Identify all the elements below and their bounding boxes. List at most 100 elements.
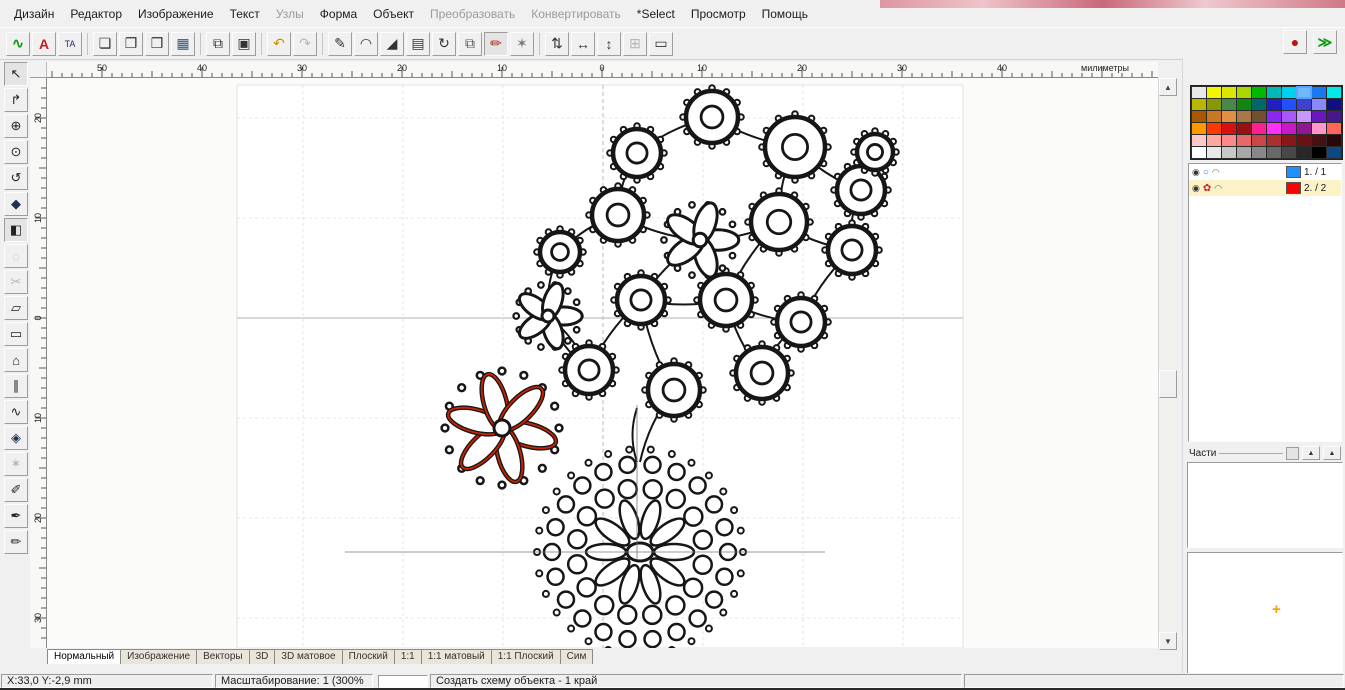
redo-icon[interactable]: ↷ [293,32,317,56]
palette-swatch-1[interactable] [1207,87,1221,98]
layer-row-1[interactable]: ◉○◠1. / 1 [1189,164,1341,180]
view-tab-8[interactable]: 1:1 Плоский [491,649,561,664]
record-button[interactable]: ● [1283,30,1307,54]
palette-swatch-15[interactable] [1267,99,1281,110]
menu-item-6[interactable]: Объект [365,4,422,24]
zoom-input[interactable] [378,675,428,688]
menu-item-8[interactable]: Конвертировать [523,4,629,24]
paste-icon[interactable]: ▣ [232,32,256,56]
palette-swatch-16[interactable] [1282,99,1296,110]
pan-tool-icon[interactable]: ↺ [4,166,28,190]
palette-swatch-5[interactable] [1267,87,1281,98]
menu-item-11[interactable]: Помощь [754,4,816,24]
palette-swatch-10[interactable] [1192,99,1206,110]
duplicate-tool-icon[interactable]: ⧉ [458,32,482,56]
layer-color-chip[interactable] [1286,166,1301,178]
palette-swatch-33[interactable] [1237,123,1251,134]
curve-tool-icon[interactable]: ∿ [4,400,28,424]
view-tab-9[interactable]: Сим [560,649,594,664]
gear-tool-icon[interactable]: ✶ [4,452,28,476]
cut-tool-icon[interactable]: ✂ [4,270,28,294]
measure-tool-icon[interactable]: ✏ [4,530,28,554]
menu-item-1[interactable]: Редактор [62,4,130,24]
copy-icon[interactable]: ⧉ [206,32,230,56]
palette-swatch-45[interactable] [1267,135,1281,146]
palette-swatch-26[interactable] [1282,111,1296,122]
satin-tool-icon[interactable]: ◧ [4,218,28,242]
palette-swatch-38[interactable] [1312,123,1326,134]
palette-swatch-44[interactable] [1252,135,1266,146]
fast-forward-button[interactable]: ≫ [1313,30,1337,54]
scroll-down-icon[interactable]: ▼ [1159,632,1177,650]
view-tab-4[interactable]: 3D матовое [274,649,342,664]
palette-swatch-53[interactable] [1237,147,1251,158]
fill-shape-tool-icon[interactable]: ◆ [4,192,28,216]
palette-swatch-25[interactable] [1267,111,1281,122]
menu-item-4[interactable]: Узлы [268,4,312,24]
palette-swatch-2[interactable] [1222,87,1236,98]
palette-swatch-21[interactable] [1207,111,1221,122]
visibility-icon[interactable]: ◉ [1192,167,1200,178]
view-tab-7[interactable]: 1:1 матовый [421,649,492,664]
distribute-icon[interactable]: ⊞ [623,32,647,56]
slant-tool-icon[interactable]: ◢ [380,32,404,56]
parts-top-button[interactable]: ▲ [1323,446,1341,460]
palette-swatch-47[interactable] [1297,135,1311,146]
menu-item-5[interactable]: Форма [312,4,365,24]
palette-swatch-12[interactable] [1222,99,1236,110]
palette-swatch-31[interactable] [1207,123,1221,134]
palette-swatch-11[interactable] [1207,99,1221,110]
parts-box-button[interactable] [1286,447,1299,460]
palette-swatch-6[interactable] [1282,87,1296,98]
palette-swatch-8[interactable] [1312,87,1326,98]
palette-swatch-42[interactable] [1222,135,1236,146]
view-tab-0[interactable]: Нормальный [47,649,121,664]
palette-swatch-48[interactable] [1312,135,1326,146]
applique-tool-icon[interactable]: ◈ [4,426,28,450]
design-wave-icon[interactable]: ∿ [6,32,30,56]
palette-swatch-36[interactable] [1282,123,1296,134]
palette-swatch-24[interactable] [1252,111,1266,122]
design-canvas[interactable] [47,78,1158,648]
palette-swatch-27[interactable] [1297,111,1311,122]
palette-swatch-43[interactable] [1237,135,1251,146]
view-tab-3[interactable]: 3D [249,649,276,664]
new-file-icon[interactable]: ❏ [93,32,117,56]
align-vertical-icon[interactable]: ↕ [597,32,621,56]
view-tab-6[interactable]: 1:1 [394,649,422,664]
palette-swatch-34[interactable] [1252,123,1266,134]
palette-swatch-41[interactable] [1207,135,1221,146]
palette-swatch-14[interactable] [1252,99,1266,110]
menu-item-7[interactable]: Преобразовать [422,4,523,24]
pin-tool-icon[interactable]: ✒ [4,504,28,528]
palette-swatch-9[interactable] [1327,87,1341,98]
layer-row-2[interactable]: ◉✿◠2. / 2 [1189,180,1341,196]
palette-swatch-0[interactable] [1192,87,1206,98]
palette-swatch-3[interactable] [1237,87,1251,98]
zoom-area-tool-icon[interactable]: ⊙ [4,140,28,164]
layer-list[interactable]: ◉○◠1. / 1◉✿◠2. / 2 [1188,163,1342,442]
palette-swatch-40[interactable] [1192,135,1206,146]
palette-swatch-22[interactable] [1222,111,1236,122]
palette-swatch-20[interactable] [1192,111,1206,122]
palette-swatch-39[interactable] [1327,123,1341,134]
scroll-up-icon[interactable]: ▲ [1159,78,1177,96]
menu-item-3[interactable]: Текст [222,4,268,24]
visibility-icon[interactable]: ◉ [1192,183,1200,194]
palette-swatch-59[interactable] [1327,147,1341,158]
view-tab-1[interactable]: Изображение [120,649,197,664]
palette-swatch-18[interactable] [1312,99,1326,110]
node-edit-tool-icon[interactable]: ↱ [4,88,28,112]
parts-list[interactable] [1187,462,1343,548]
palette-swatch-50[interactable] [1192,147,1206,158]
star-tool-icon[interactable]: ✶ [510,32,534,56]
circle-select-tool-icon[interactable]: ◌ [4,244,28,268]
import-file-icon[interactable]: ❒ [145,32,169,56]
palette-swatch-35[interactable] [1267,123,1281,134]
pentagon-tool-icon[interactable]: ⌂ [4,348,28,372]
palette-swatch-7[interactable] [1297,87,1311,98]
palette-swatch-29[interactable] [1327,111,1341,122]
palette-swatch-37[interactable] [1297,123,1311,134]
palette-swatch-52[interactable] [1222,147,1236,158]
palette-swatch-51[interactable] [1207,147,1221,158]
